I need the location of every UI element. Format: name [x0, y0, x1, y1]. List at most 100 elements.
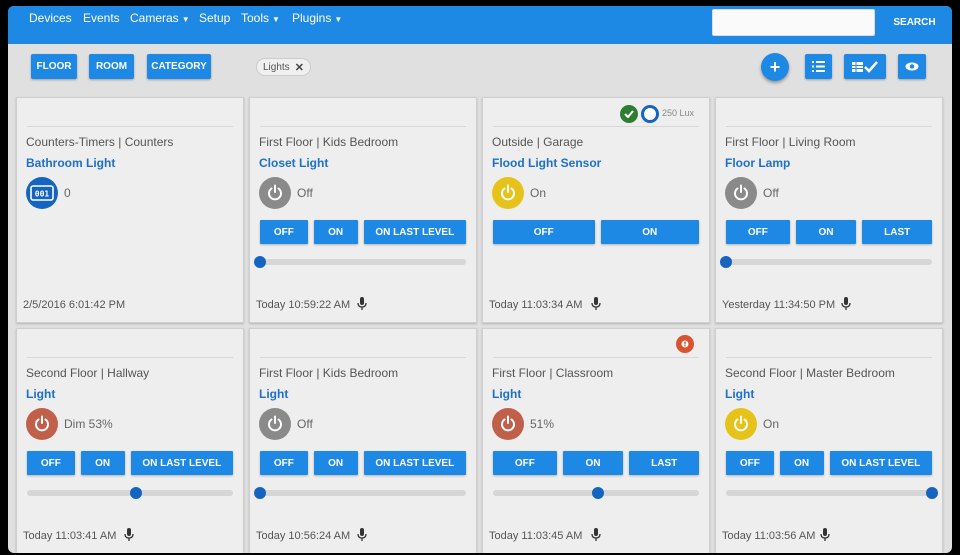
slider-thumb[interactable]: [254, 256, 266, 268]
device-state: On: [763, 417, 780, 431]
select-view-button[interactable]: [844, 54, 886, 79]
device-state: 51%: [530, 417, 555, 431]
chevron-down-icon: ▼: [334, 15, 343, 24]
nav-setup[interactable]: Setup: [199, 11, 230, 25]
power-icon[interactable]: [26, 408, 58, 440]
add-device-button[interactable]: +: [761, 53, 789, 81]
slider-thumb[interactable]: [254, 487, 266, 499]
on-last-level-button[interactable]: ON LAST LEVEL: [829, 451, 932, 475]
on-button[interactable]: ON: [795, 220, 857, 244]
power-icon[interactable]: [259, 408, 291, 440]
room-button[interactable]: ROOM: [89, 54, 134, 79]
last-button[interactable]: LAST: [862, 220, 932, 244]
device-name-link[interactable]: Flood Light Sensor: [492, 156, 601, 170]
device-state: 0: [64, 186, 71, 200]
slider-thumb[interactable]: [130, 487, 143, 499]
dim-slider[interactable]: [493, 487, 699, 499]
on-button[interactable]: ON: [779, 451, 824, 475]
nav-events[interactable]: Events: [83, 11, 120, 25]
on-last-level-button[interactable]: ON LAST LEVEL: [363, 220, 466, 244]
card-divider: [27, 126, 233, 127]
power-icon[interactable]: [492, 177, 524, 209]
device-state: Off: [763, 186, 779, 200]
nav-tools[interactable]: Tools ▼: [241, 11, 280, 25]
device-actions: OFF ON ON LAST LEVEL: [726, 451, 932, 475]
power-icon[interactable]: [492, 408, 524, 440]
off-button[interactable]: OFF: [493, 451, 557, 475]
on-last-level-button[interactable]: ON LAST LEVEL: [130, 451, 233, 475]
device-name-link[interactable]: Light: [26, 387, 55, 401]
device-name-link[interactable]: Light: [725, 387, 754, 401]
on-button[interactable]: ON: [80, 451, 125, 475]
on-last-level-button[interactable]: ON LAST LEVEL: [363, 451, 466, 475]
slider-thumb[interactable]: [720, 256, 732, 268]
alert-icon: [676, 335, 694, 353]
microphone-icon[interactable]: [124, 528, 134, 542]
slider-thumb[interactable]: [592, 487, 605, 499]
dim-slider[interactable]: [720, 256, 932, 268]
dim-slider[interactable]: [726, 487, 938, 499]
card-divider: [260, 126, 466, 127]
power-icon[interactable]: [725, 177, 757, 209]
nav-tools-label: Tools: [241, 11, 270, 25]
counter-icon[interactable]: 001: [26, 177, 58, 209]
off-button[interactable]: OFF: [726, 220, 790, 244]
svg-text:001: 001: [35, 190, 50, 199]
device-location: Outside | Garage: [492, 135, 584, 149]
device-actions: OFF ON ON LAST LEVEL: [27, 451, 233, 475]
off-button[interactable]: OFF: [493, 220, 595, 244]
microphone-icon[interactable]: [357, 528, 367, 542]
floor-button[interactable]: FLOOR: [31, 54, 77, 79]
card-divider: [726, 126, 932, 127]
filter-toolbar: FLOOR ROOM CATEGORY Lights ✕ +: [8, 44, 952, 94]
microphone-icon[interactable]: [841, 297, 851, 311]
microphone-icon[interactable]: [591, 528, 601, 542]
microphone-icon[interactable]: [591, 297, 601, 311]
dim-slider[interactable]: [254, 256, 466, 268]
on-button[interactable]: ON: [562, 451, 624, 475]
device-name-link[interactable]: Light: [492, 387, 521, 401]
nav-cameras[interactable]: Cameras ▼: [130, 11, 190, 25]
device-name-link[interactable]: Closet Light: [259, 156, 328, 170]
device-timestamp: Today 10:59:22 AM: [256, 299, 351, 311]
on-button[interactable]: ON: [313, 220, 358, 244]
off-button[interactable]: OFF: [726, 451, 774, 475]
nav-plugins-label: Plugins: [292, 11, 332, 25]
dim-slider[interactable]: [27, 487, 233, 499]
device-location: First Floor | Living Room: [725, 135, 856, 149]
device-location: First Floor | Kids Bedroom: [259, 366, 399, 380]
close-icon[interactable]: ✕: [295, 61, 304, 74]
on-button[interactable]: ON: [600, 220, 699, 244]
device-state: Off: [297, 417, 313, 431]
filter-chip-lights[interactable]: Lights ✕: [256, 58, 311, 76]
eye-icon: [905, 62, 919, 71]
search-input[interactable]: [712, 9, 875, 36]
device-name-link[interactable]: Floor Lamp: [725, 156, 790, 170]
top-nav: Devices Events Cameras ▼ Setup Tools ▼ Plu…: [8, 6, 952, 44]
on-button[interactable]: ON: [313, 451, 358, 475]
visibility-button[interactable]: [898, 54, 926, 79]
device-name-link[interactable]: Light: [259, 387, 288, 401]
off-button[interactable]: OFF: [27, 451, 75, 475]
microphone-icon[interactable]: [357, 297, 367, 311]
power-icon[interactable]: [725, 408, 757, 440]
microphone-icon[interactable]: [820, 528, 830, 542]
grid-check-icon: [852, 60, 878, 73]
nav-devices[interactable]: Devices: [29, 11, 72, 25]
device-timestamp: Today 11:03:45 AM: [489, 530, 583, 542]
category-button[interactable]: CATEGORY: [147, 54, 211, 79]
off-button[interactable]: OFF: [260, 220, 308, 244]
slider-thumb[interactable]: [926, 487, 938, 499]
off-button[interactable]: OFF: [260, 451, 308, 475]
device-timestamp: Today 11:03:34 AM: [489, 299, 583, 311]
last-button[interactable]: LAST: [629, 451, 699, 475]
device-name-link[interactable]: Bathroom Light: [26, 156, 115, 170]
list-view-button[interactable]: [805, 54, 832, 79]
nav-plugins[interactable]: Plugins ▼: [292, 11, 342, 25]
dim-slider[interactable]: [254, 487, 466, 499]
search-button[interactable]: SEARCH: [882, 9, 947, 36]
device-timestamp: 2/5/2016 6:01:42 PM: [23, 299, 126, 311]
device-timestamp: Today 11:03:41 AM: [23, 530, 117, 542]
power-icon[interactable]: [259, 177, 291, 209]
card-divider: [493, 357, 699, 358]
